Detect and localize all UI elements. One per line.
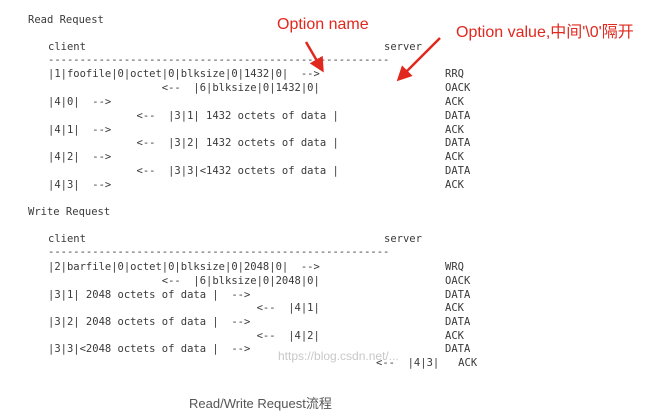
write-line-left: |2|barfile|0|octet|0|blksize|0|2048|0| -… bbox=[48, 261, 320, 273]
write-request-heading: Write Request bbox=[28, 206, 111, 218]
write-line-left: <-- |4|2| bbox=[48, 330, 320, 342]
read-line-left: <-- |3|2| 1432 octets of data | bbox=[48, 137, 339, 149]
read-line-left: |4|1| --> bbox=[48, 124, 112, 136]
read-line-left: |4|0| --> bbox=[48, 96, 112, 108]
write-line-left: |3|1| 2048 octets of data | --> bbox=[48, 289, 251, 301]
option-value-annotation: Option value,中间'\0'隔开 bbox=[456, 24, 634, 41]
read-server-label: server bbox=[384, 41, 422, 53]
read-line-right: DATA bbox=[445, 137, 471, 149]
write-line-right: ACK bbox=[445, 302, 464, 314]
read-line-right: ACK bbox=[445, 151, 464, 163]
option-name-annotation: Option name bbox=[277, 16, 369, 33]
write-line-right: OACK bbox=[445, 275, 471, 287]
read-line-right: ACK bbox=[445, 96, 464, 108]
write-client-label: client bbox=[48, 233, 86, 245]
read-line-right: DATA bbox=[445, 165, 471, 177]
read-request-heading: Read Request bbox=[28, 14, 104, 26]
read-client-label: client bbox=[48, 41, 86, 53]
write-line-right: DATA bbox=[445, 316, 471, 328]
read-line-right: ACK bbox=[445, 124, 464, 136]
read-line-left: |4|3| --> bbox=[48, 179, 112, 191]
read-line-right: DATA bbox=[445, 110, 471, 122]
figure-caption: Read/Write Request流程 bbox=[189, 396, 332, 411]
write-divider: ----------------------------------------… bbox=[48, 246, 390, 258]
read-line-right: OACK bbox=[445, 82, 471, 94]
read-line-left: <-- |3|3|<1432 octets of data | bbox=[48, 165, 339, 177]
watermark-text: https://blog.csdn.net/... bbox=[278, 349, 399, 363]
write-line-left: <-- |6|blksize|0|2048|0| bbox=[48, 275, 320, 287]
read-divider: ----------------------------------------… bbox=[48, 54, 390, 66]
read-line-left: |1|foofile|0|octet|0|blksize|0|1432|0| -… bbox=[48, 68, 320, 80]
write-line-right: ACK bbox=[445, 330, 464, 342]
read-line-left: |4|2| --> bbox=[48, 151, 112, 163]
write-line-right: DATA bbox=[445, 289, 471, 301]
write-line-right: DATA bbox=[445, 343, 471, 355]
write-line-left: |3|3|<2048 octets of data | --> bbox=[48, 343, 251, 355]
read-line-left: <-- |3|1| 1432 octets of data | bbox=[48, 110, 339, 122]
read-line-left: <-- |6|blksize|0|1432|0| bbox=[48, 82, 320, 94]
read-line-right: ACK bbox=[445, 179, 464, 191]
write-line-left: <-- |4|1| bbox=[48, 302, 320, 314]
write-line-left: |3|2| 2048 octets of data | --> bbox=[48, 316, 251, 328]
read-line-right: RRQ bbox=[445, 68, 464, 80]
write-server-label: server bbox=[384, 233, 422, 245]
write-line-right: WRQ bbox=[445, 261, 464, 273]
